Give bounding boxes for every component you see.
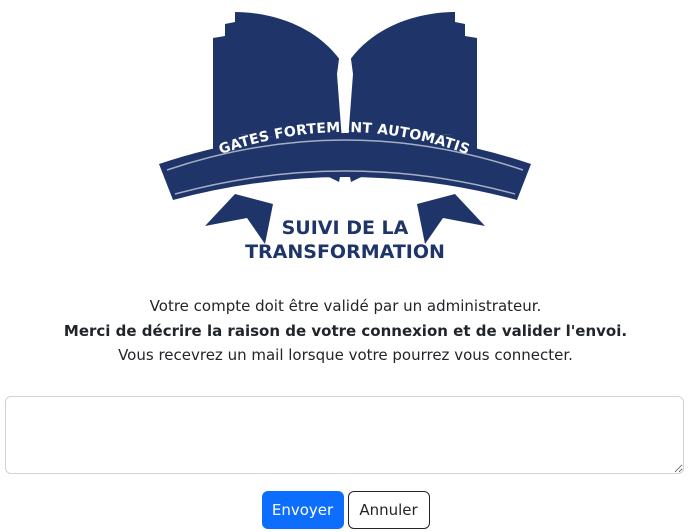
app-logo: FRÉGATES FORTEMENT AUTOMATISÉES SUIVI DE… [155,4,535,266]
reason-textarea[interactable] [5,396,684,474]
submit-button[interactable]: Envoyer [261,491,344,529]
logo-subtitle-line2: TRANSFORMATION [245,241,445,263]
message-line-instruction: Merci de décrire la raison de votre conn… [63,321,628,340]
message-line-validation: Votre compte doit être validé par un adm… [149,297,542,315]
open-book-icon: FRÉGATES FORTEMENT AUTOMATISÉES SUIVI DE… [155,4,531,263]
logo-subtitle-line1: SUIVI DE LA [282,217,409,239]
message-line-notification: Vous recevrez un mail lorsque votre pour… [118,346,573,364]
form-actions: Envoyer Annuler [0,491,691,529]
cancel-button[interactable]: Annuler [347,491,430,529]
validation-message: Votre compte doit être validé par un adm… [0,294,691,368]
